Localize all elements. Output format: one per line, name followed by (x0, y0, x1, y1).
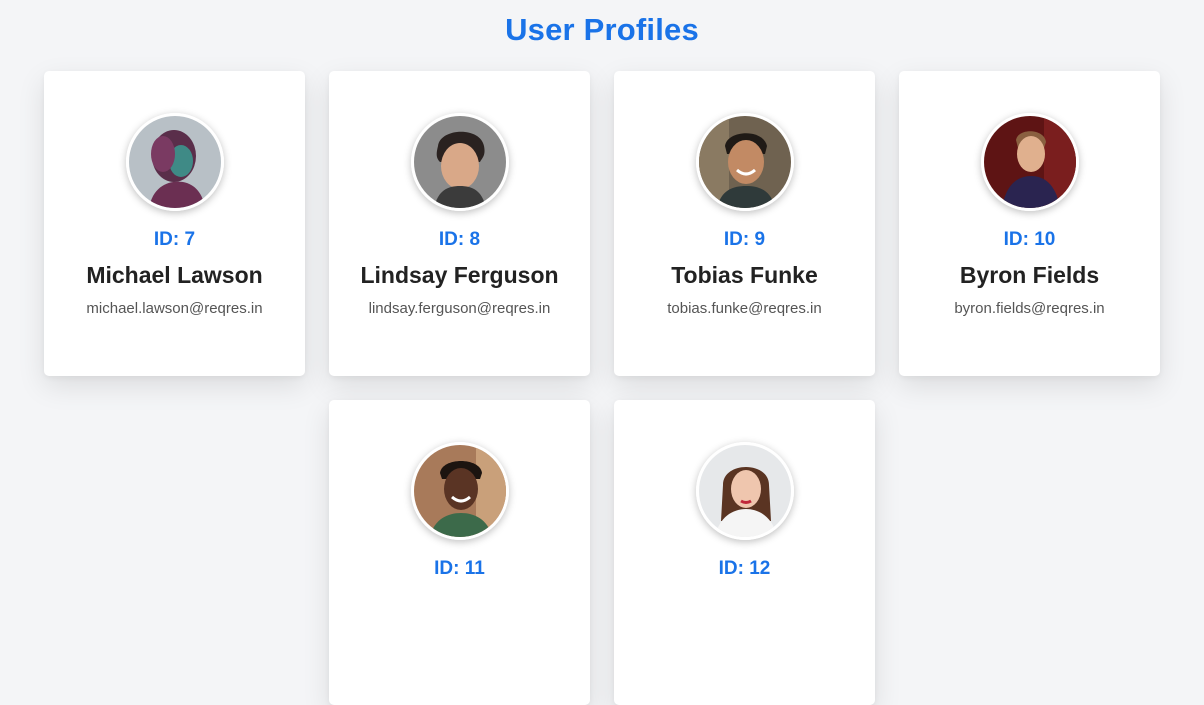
user-email[interactable]: lindsay.ferguson@reqres.in (329, 299, 590, 319)
user-card[interactable]: ID: 8 Lindsay Ferguson lindsay.ferguson@… (329, 71, 590, 376)
user-avatar (410, 113, 509, 211)
user-name: Byron Fields (959, 262, 1100, 288)
user-name: Michael Lawson (86, 262, 263, 288)
user-card-grid: ID: 7 Michael Lawson michael.lawson@reqr… (0, 0, 1204, 705)
user-card[interactable]: ID: 7 Michael Lawson michael.lawson@reqr… (44, 71, 305, 376)
user-avatar (980, 113, 1079, 211)
user-avatar (410, 442, 509, 540)
user-avatar (695, 113, 794, 211)
user-card[interactable]: ID: 10 Byron Fields byron.fields@reqres.… (899, 71, 1160, 376)
user-avatar (125, 113, 224, 211)
user-card[interactable]: ID: 12 (614, 400, 875, 705)
user-id: ID: 12 (718, 558, 771, 579)
user-id: ID: 10 (1003, 229, 1056, 250)
user-id: ID: 7 (153, 229, 196, 250)
user-name: Tobias Funke (671, 262, 818, 288)
user-card[interactable]: ID: 9 Tobias Funke tobias.funke@reqres.i… (614, 71, 875, 376)
user-avatar (695, 442, 794, 540)
user-card[interactable]: ID: 11 (329, 400, 590, 705)
user-id: ID: 8 (438, 229, 481, 250)
user-email[interactable]: tobias.funke@reqres.in (614, 299, 875, 319)
user-id: ID: 9 (723, 229, 766, 250)
user-name: Lindsay Ferguson (360, 262, 559, 288)
user-email[interactable]: byron.fields@reqres.in (899, 299, 1160, 319)
user-id: ID: 11 (434, 558, 485, 579)
user-email[interactable]: michael.lawson@reqres.in (44, 299, 305, 319)
